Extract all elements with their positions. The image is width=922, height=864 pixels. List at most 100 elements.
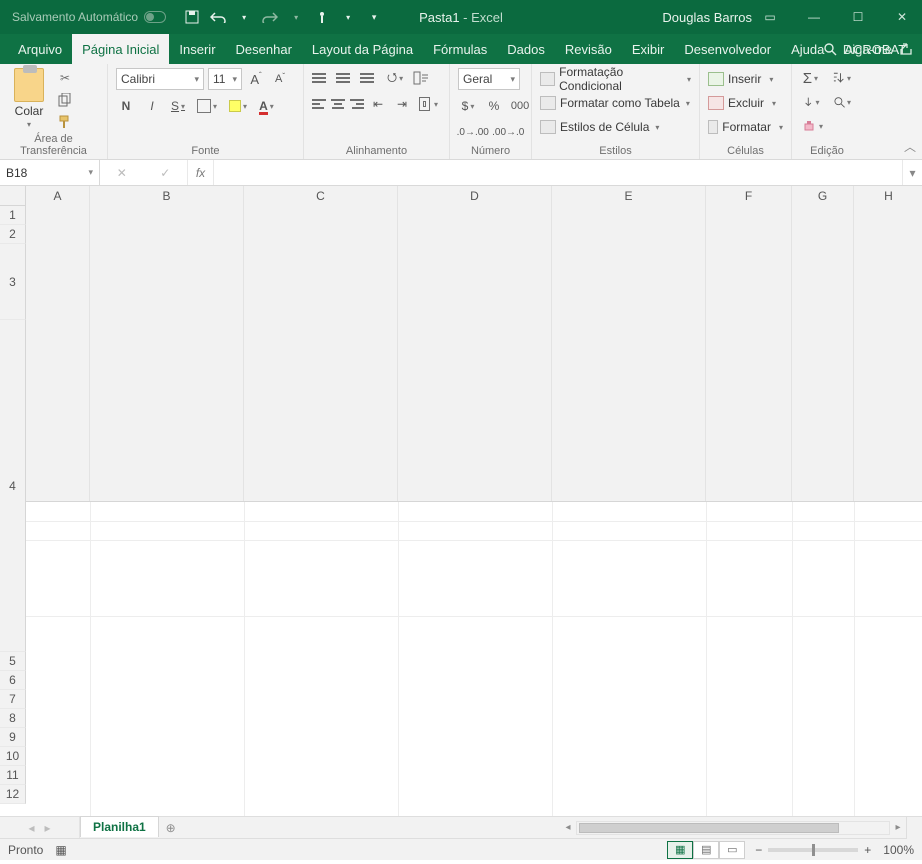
chevron-down-icon[interactable]: ▾ xyxy=(27,120,31,129)
column-header[interactable]: B xyxy=(90,186,244,501)
chevron-down-icon[interactable]: ▾ xyxy=(340,9,356,25)
save-icon[interactable] xyxy=(184,9,200,25)
clear-button[interactable]: ▾ xyxy=(800,116,826,136)
bold-button[interactable]: N xyxy=(116,96,136,116)
ribbon-display-icon[interactable]: ▭ xyxy=(756,3,784,31)
column-header[interactable]: A xyxy=(26,186,90,501)
maximize-icon[interactable]: ☐ xyxy=(844,3,872,31)
row-header[interactable]: 12 xyxy=(0,785,26,804)
qat-customize-icon[interactable]: ▾ xyxy=(366,9,382,25)
select-all-corner[interactable] xyxy=(0,186,26,206)
accounting-format-button[interactable]: $▾ xyxy=(458,96,478,116)
scroll-left-icon[interactable]: ◂ xyxy=(560,822,576,833)
new-sheet-button[interactable]: ⊕ xyxy=(159,817,183,838)
increase-decimal-button[interactable]: .0→.00 xyxy=(458,122,488,142)
tab-dados[interactable]: Dados xyxy=(497,34,555,64)
prev-sheet-icon[interactable]: ◂ xyxy=(28,821,34,835)
delete-cells-button[interactable]: Excluir▾ xyxy=(708,92,783,114)
account-user[interactable]: Douglas Barros xyxy=(662,10,752,25)
underline-button[interactable]: S▾ xyxy=(168,96,188,116)
decrease-indent-icon[interactable]: ⇤ xyxy=(368,94,388,114)
format-as-table-button[interactable]: Formatar como Tabela▾ xyxy=(540,92,691,114)
expand-formula-bar-icon[interactable]: ▾ xyxy=(902,160,922,185)
name-box[interactable]: B18 ▾ xyxy=(0,160,100,185)
cells-area[interactable] xyxy=(26,502,922,817)
italic-button[interactable]: I xyxy=(142,96,162,116)
chevron-down-icon[interactable]: ▾ xyxy=(236,9,252,25)
next-sheet-icon[interactable]: ▸ xyxy=(45,821,51,835)
conditional-formatting-button[interactable]: Formatação Condicional▾ xyxy=(540,68,691,90)
column-header[interactable]: E xyxy=(552,186,706,501)
tab-layout-pagina[interactable]: Layout da Página xyxy=(302,34,423,64)
row-header[interactable]: 10 xyxy=(0,747,26,766)
borders-button[interactable]: ▾ xyxy=(194,96,220,116)
align-top-icon[interactable] xyxy=(312,69,332,87)
fx-icon[interactable]: fx xyxy=(188,160,214,185)
column-header[interactable]: D xyxy=(398,186,552,501)
tab-pagina-inicial[interactable]: Página Inicial xyxy=(72,34,169,64)
row-header[interactable]: 9 xyxy=(0,728,26,747)
increase-indent-icon[interactable]: ⇥ xyxy=(392,94,412,114)
scrollbar-thumb[interactable] xyxy=(579,823,839,833)
autosum-button[interactable]: Σ▾ xyxy=(800,68,821,88)
touch-mode-icon[interactable] xyxy=(314,9,330,25)
worksheet-grid[interactable]: 123456789101112 ABCDEFGH ▲ ▼ xyxy=(0,186,922,816)
row-header[interactable]: 7 xyxy=(0,690,26,709)
macro-record-icon[interactable]: ▦ xyxy=(55,843,66,857)
font-size-combo[interactable]: 11▾ xyxy=(208,68,242,90)
row-header[interactable]: 5 xyxy=(0,652,26,671)
decrease-font-icon[interactable]: Aˇ xyxy=(270,69,290,89)
insert-cells-button[interactable]: Inserir▾ xyxy=(708,68,783,90)
column-header[interactable]: C xyxy=(244,186,398,501)
comma-format-button[interactable]: 000 xyxy=(510,96,530,116)
redo-icon[interactable] xyxy=(262,9,278,25)
collapse-ribbon-icon[interactable]: ︿ xyxy=(904,138,916,155)
undo-icon[interactable] xyxy=(210,9,226,25)
row-header[interactable]: 3 xyxy=(0,244,26,320)
percent-format-button[interactable]: % xyxy=(484,96,504,116)
zoom-control[interactable]: − + 100% xyxy=(755,843,914,857)
font-color-button[interactable]: A▾ xyxy=(256,96,277,116)
align-bottom-icon[interactable] xyxy=(360,69,380,87)
row-header[interactable]: 2 xyxy=(0,225,26,244)
row-header[interactable]: 4 xyxy=(0,320,26,652)
align-left-icon[interactable] xyxy=(312,95,327,113)
cell-styles-button[interactable]: Estilos de Célula▾ xyxy=(540,116,691,138)
merge-center-button[interactable]: ▾ xyxy=(416,94,441,114)
sort-filter-button[interactable]: ▾ xyxy=(829,68,854,88)
wrap-text-button[interactable] xyxy=(410,68,432,88)
sheet-tab-active[interactable]: Planilha1 xyxy=(80,816,159,837)
paste-button[interactable]: Colar ▾ xyxy=(8,68,50,130)
formula-input[interactable] xyxy=(214,160,902,185)
tab-revisao[interactable]: Revisão xyxy=(555,34,622,64)
page-layout-view-icon[interactable]: ▤ xyxy=(693,841,719,859)
zoom-slider[interactable] xyxy=(768,848,858,852)
zoom-value[interactable]: 100% xyxy=(883,843,914,857)
number-format-combo[interactable]: Geral▾ xyxy=(458,68,520,90)
increase-font-icon[interactable]: Aˆ xyxy=(246,69,266,89)
fill-color-button[interactable]: ▾ xyxy=(226,96,250,116)
page-break-view-icon[interactable]: ▭ xyxy=(719,841,745,859)
tab-desenvolvedor[interactable]: Desenvolvedor xyxy=(674,34,781,64)
row-header[interactable]: 1 xyxy=(0,206,26,225)
zoom-out-icon[interactable]: − xyxy=(755,843,762,857)
tab-desenhar[interactable]: Desenhar xyxy=(226,34,302,64)
scroll-right-icon[interactable]: ▸ xyxy=(890,822,906,833)
cut-icon[interactable]: ✂ xyxy=(56,70,74,86)
find-select-button[interactable]: ▾ xyxy=(831,92,854,112)
align-center-icon[interactable] xyxy=(331,95,346,113)
orientation-button[interactable]: ⭯▾ xyxy=(384,68,406,88)
minimize-icon[interactable]: — xyxy=(800,3,828,31)
share-icon[interactable] xyxy=(896,34,916,64)
tab-formulas[interactable]: Fórmulas xyxy=(423,34,497,64)
normal-view-icon[interactable]: ▦ xyxy=(667,841,693,859)
row-header[interactable]: 6 xyxy=(0,671,26,690)
copy-icon[interactable] xyxy=(56,92,74,108)
tab-exibir[interactable]: Exibir xyxy=(622,34,675,64)
align-right-icon[interactable] xyxy=(349,95,364,113)
decrease-decimal-button[interactable]: .00→.0 xyxy=(494,122,524,142)
autosave-toggle[interactable]: Salvamento Automático xyxy=(0,10,166,24)
row-header[interactable]: 8 xyxy=(0,709,26,728)
close-icon[interactable]: ✕ xyxy=(888,3,916,31)
zoom-in-icon[interactable]: + xyxy=(864,843,871,857)
